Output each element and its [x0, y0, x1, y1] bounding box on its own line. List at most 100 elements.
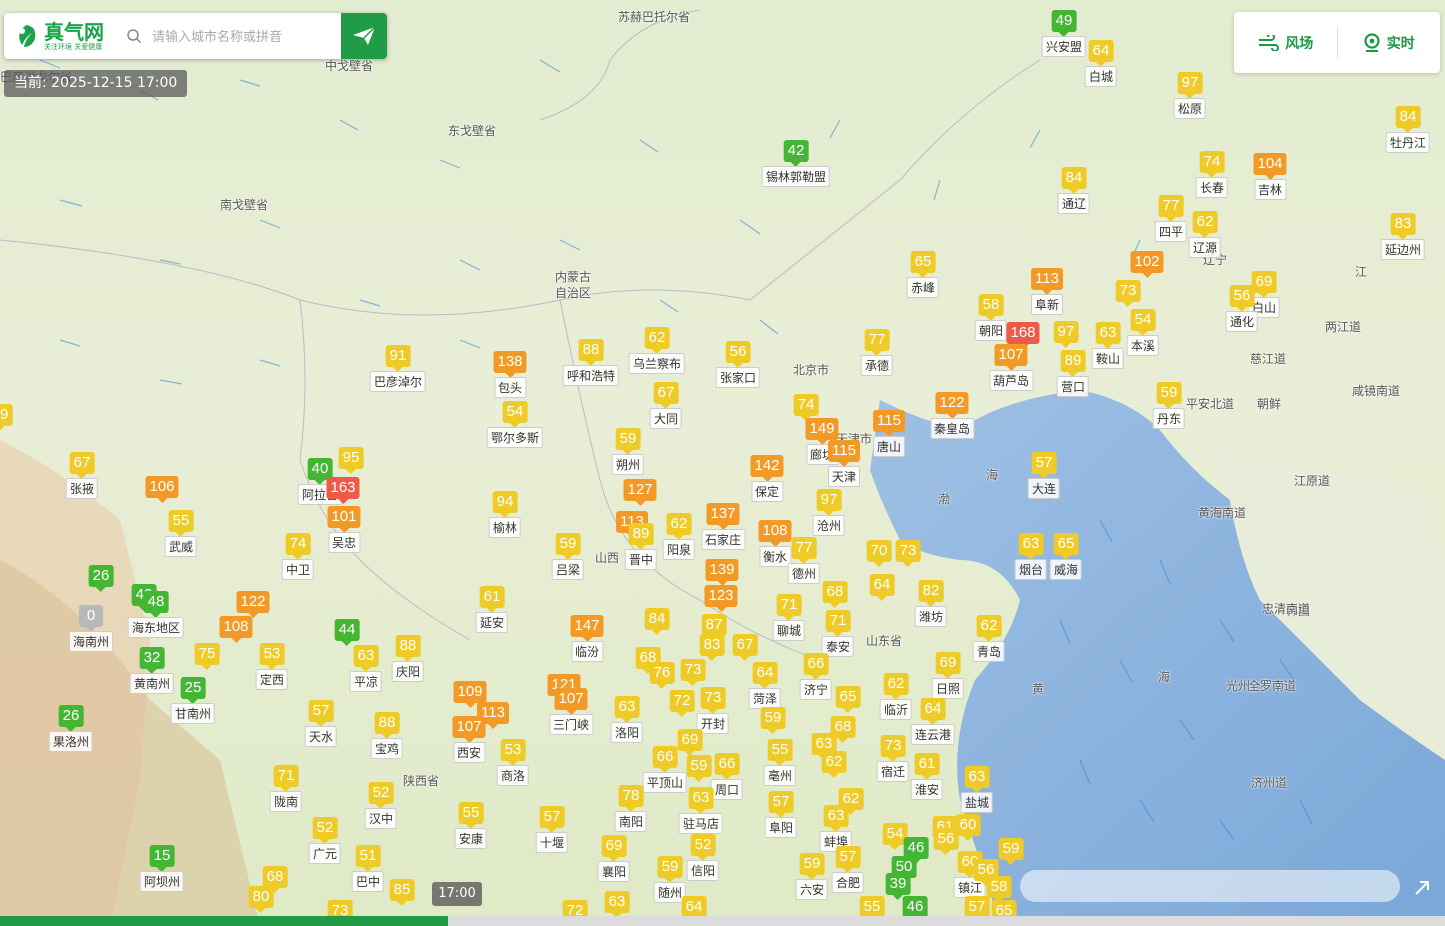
aqi-marker[interactable]: 122 秦皇岛 — [929, 392, 975, 439]
aqi-marker[interactable]: 142 保定 — [750, 455, 784, 502]
aqi-marker[interactable]: 63 鞍山 — [1091, 322, 1125, 369]
aqi-marker[interactable]: 44 — [334, 619, 360, 646]
aqi-marker[interactable]: 65 威海 — [1049, 533, 1083, 580]
aqi-marker[interactable]: 59 — [686, 755, 712, 782]
aqi-marker[interactable]: 57 天水 — [304, 700, 338, 747]
aqi-marker[interactable]: 39 — [885, 873, 911, 900]
aqi-marker[interactable]: 0 海南州 — [68, 605, 114, 652]
aqi-marker[interactable]: 74 中卫 — [281, 533, 315, 580]
aqi-marker[interactable]: 57 大连 — [1027, 452, 1061, 499]
aqi-marker[interactable]: 62 乌兰察布 — [628, 327, 686, 374]
aqi-marker[interactable]: 115 天津 — [827, 440, 860, 487]
aqi-marker[interactable]: 52 汉中 — [364, 782, 398, 829]
aqi-marker[interactable]: 137 石家庄 — [700, 503, 746, 550]
aqi-marker[interactable]: 74 长春 — [1195, 151, 1229, 198]
aqi-marker[interactable]: 65 — [835, 686, 861, 713]
aqi-marker[interactable]: 59 吕梁 — [551, 533, 585, 580]
aqi-marker[interactable]: 67 大同 — [649, 382, 683, 429]
aqi-marker[interactable]: 62 辽源 — [1188, 211, 1222, 258]
aqi-marker[interactable]: 88 呼和浩特 — [562, 339, 620, 386]
aqi-marker[interactable]: 168 — [1006, 322, 1040, 349]
aqi-marker[interactable]: 73 宿迁 — [876, 735, 910, 782]
aqi-marker[interactable]: 68 — [262, 866, 288, 893]
aqi-marker[interactable]: 123 — [704, 585, 738, 612]
aqi-marker[interactable]: 26 — [88, 565, 114, 592]
aqi-marker[interactable]: 106 — [145, 476, 179, 503]
aqi-marker[interactable]: 53 定西 — [255, 643, 289, 690]
aqi-marker[interactable]: 73 — [680, 659, 706, 686]
timeline-current-time[interactable]: 17:00 — [432, 882, 482, 906]
aqi-marker[interactable]: 71 聊城 — [772, 594, 806, 641]
aqi-marker[interactable]: 85 — [389, 879, 415, 906]
aqi-marker[interactable]: 67 张掖 — [65, 452, 99, 499]
aqi-marker[interactable]: 57 合肥 — [831, 846, 865, 893]
legend-widget[interactable] — [1020, 870, 1400, 902]
aqi-marker[interactable]: 54 鄂尔多斯 — [486, 401, 544, 448]
aqi-marker[interactable]: 84 — [644, 608, 670, 635]
aqi-marker[interactable]: 102 — [1130, 251, 1164, 278]
aqi-marker[interactable]: 53 商洛 — [496, 739, 530, 786]
aqi-marker[interactable]: 59 随州 — [653, 856, 687, 903]
aqi-marker[interactable]: 57 十堰 — [535, 806, 569, 853]
aqi-marker[interactable]: 107 西安 — [452, 716, 486, 763]
aqi-marker[interactable]: 46 — [902, 896, 928, 923]
aqi-marker[interactable]: 63 — [604, 891, 630, 918]
logo[interactable]: 真气网 关注环境 关爱健康 — [4, 13, 122, 59]
aqi-marker[interactable]: 71 泰安 — [821, 610, 855, 657]
aqi-marker[interactable]: 66 周口 — [710, 753, 744, 800]
aqi-marker[interactable]: 69 白山 — [1247, 271, 1281, 318]
aqi-marker[interactable]: 25 甘南州 — [170, 677, 216, 724]
aqi-marker[interactable]: 64 菏泽 — [748, 662, 782, 709]
aqi-marker[interactable]: 108 衡水 — [758, 520, 792, 567]
aqi-marker[interactable]: 54 本溪 — [1126, 309, 1160, 356]
aqi-marker[interactable]: 63 烟台 — [1014, 533, 1048, 580]
aqi-marker[interactable]: 73 开封 — [696, 687, 730, 734]
aqi-marker[interactable]: 97 沧州 — [812, 489, 846, 536]
aqi-marker[interactable]: 64 连云港 — [910, 698, 956, 745]
aqi-marker[interactable]: 52 广元 — [308, 817, 342, 864]
aqi-marker[interactable]: 73 — [1115, 280, 1141, 307]
aqi-marker[interactable]: 138 包头 — [493, 351, 527, 398]
aqi-marker[interactable]: 64 — [681, 896, 707, 923]
aqi-marker[interactable]: 57 阜阳 — [764, 791, 798, 838]
aqi-marker[interactable]: 83 — [699, 634, 725, 661]
aqi-marker[interactable]: 58 — [986, 876, 1012, 903]
aqi-marker[interactable]: 55 亳州 — [763, 739, 797, 786]
aqi-marker[interactable]: 108 — [219, 616, 253, 643]
aqi-marker[interactable]: 51 巴中 — [351, 845, 385, 892]
search-input[interactable] — [150, 27, 334, 45]
aqi-marker[interactable]: 89 晋中 — [624, 523, 658, 570]
aqi-marker[interactable]: 77 德州 — [787, 537, 821, 584]
aqi-marker[interactable]: 75 — [194, 643, 220, 670]
aqi-marker[interactable]: 109 — [453, 681, 487, 708]
aqi-marker[interactable]: 61 淮安 — [910, 753, 944, 800]
aqi-marker[interactable]: 82 潍坊 — [914, 580, 948, 627]
aqi-marker[interactable]: 107 三门峡 — [548, 688, 594, 735]
aqi-marker[interactable]: 62 — [821, 751, 847, 778]
aqi-marker[interactable]: 62 临沂 — [879, 673, 913, 720]
aqi-marker[interactable]: 73 — [895, 540, 921, 567]
aqi-marker[interactable]: 59 — [0, 404, 13, 431]
aqi-marker[interactable]: 15 阿坝州 — [139, 845, 185, 892]
aqi-marker[interactable]: 55 武威 — [164, 510, 198, 557]
aqi-marker[interactable]: 62 青岛 — [972, 615, 1006, 662]
aqi-marker[interactable]: 56 — [933, 828, 959, 855]
aqi-marker[interactable]: 97 — [1053, 321, 1079, 348]
aqi-marker[interactable]: 115 唐山 — [872, 410, 905, 457]
aqi-marker[interactable]: 97 松原 — [1173, 72, 1207, 119]
aqi-marker[interactable]: 163 — [326, 477, 360, 504]
aqi-marker[interactable]: 77 四平 — [1154, 195, 1188, 242]
aqi-marker[interactable]: 70 — [866, 540, 892, 567]
map-area[interactable]: 苏赫巴托尔省中戈壁省东戈壁省南戈壁省内蒙古自治区巴彦洪戈尔省北京市天津市渤海黄海… — [0, 0, 1445, 926]
aqi-marker[interactable]: 56 通化 — [1225, 285, 1259, 332]
aqi-marker[interactable]: 66 平顶山 — [642, 746, 688, 793]
expand-icon[interactable] — [1410, 876, 1434, 900]
aqi-marker[interactable]: 127 — [623, 479, 657, 506]
aqi-marker[interactable]: 61 延安 — [475, 586, 509, 633]
aqi-marker[interactable]: 113 阜新 — [1030, 268, 1063, 315]
aqi-marker[interactable]: 69 — [677, 729, 703, 756]
aqi-marker[interactable]: 66 济宁 — [799, 653, 833, 700]
aqi-marker[interactable]: 63 洛阳 — [610, 696, 644, 743]
aqi-marker[interactable]: 42 锡林郭勒盟 — [761, 140, 831, 187]
aqi-marker[interactable]: 52 信阳 — [686, 834, 720, 881]
